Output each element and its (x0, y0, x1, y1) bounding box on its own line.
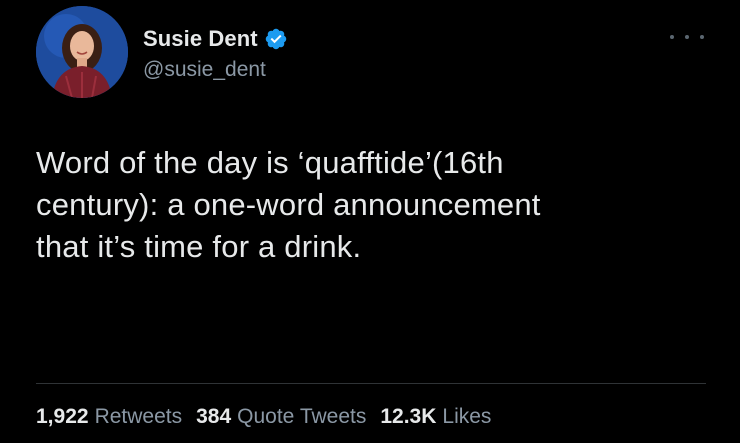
retweets-count: 1,922 (36, 405, 89, 428)
avatar[interactable] (36, 6, 128, 98)
retweets-label: Retweets (94, 405, 183, 428)
tweet-text-line: Word of the day is ‘quafftide’(16th (36, 145, 504, 180)
tweet-card: Susie Dent @susie_dent Word of the day i… (0, 0, 740, 443)
quote-tweets-count: 384 (196, 405, 232, 428)
profile-photo-icon (36, 6, 128, 98)
dot (685, 35, 689, 39)
quote-tweets-stat[interactable]: 384 Quote Tweets (196, 405, 366, 429)
likes-label: Likes (442, 405, 492, 428)
tweet-text-line: century): a one-word announcement (36, 187, 541, 222)
engagement-stats: 1,922 Retweets 384 Quote Tweets 12.3K Li… (36, 405, 505, 435)
retweets-stat[interactable]: 1,922 Retweets (36, 405, 182, 429)
dot (670, 35, 674, 39)
tweet-text-line: that it’s time for a drink. (36, 229, 362, 264)
tweet-text: Word of the day is ‘quafftide’(16th cent… (36, 142, 696, 268)
dot (700, 35, 704, 39)
likes-count: 12.3K (380, 405, 437, 428)
verified-badge-icon (265, 28, 286, 50)
more-options-icon[interactable] (670, 30, 704, 44)
likes-stat[interactable]: 12.3K Likes (380, 405, 491, 429)
quote-tweets-label: Quote Tweets (237, 405, 367, 428)
author-name-row: Susie Dent (143, 24, 288, 54)
display-name[interactable]: Susie Dent (143, 26, 258, 52)
divider (36, 383, 706, 384)
author-handle[interactable]: @susie_dent (143, 58, 266, 82)
